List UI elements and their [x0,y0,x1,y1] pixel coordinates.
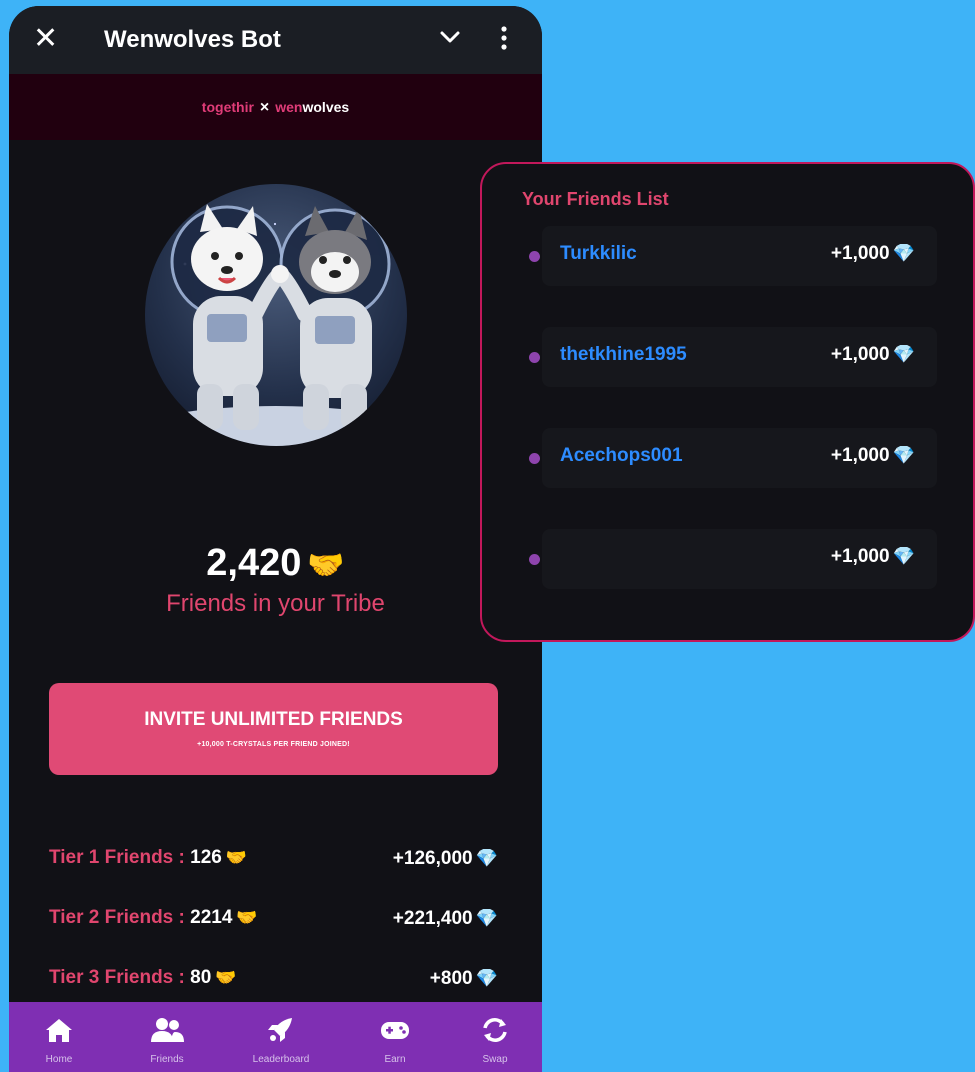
invite-button-title: INVITE UNLIMITED FRIENDS [144,709,403,730]
diamond-icon: 💎 [475,968,498,988]
friends-icon [117,1016,217,1044]
friend-reward-value: +1,000 [830,344,890,365]
more-vertical-icon[interactable] [499,24,509,57]
friend-reward: +1,000 💎 [831,344,915,366]
tier-2-reward: +221,400 💎 [393,902,498,935]
tier-3-reward-value: +800 [429,968,473,989]
tier-1-reward-value: +126,000 [392,848,473,869]
home-icon [9,1016,109,1044]
bullet-dot [529,453,540,464]
diamond-icon: 💎 [475,908,498,928]
handshake-icon: 🤝 [307,549,345,582]
bullet-dot [529,554,540,565]
tier-2-reward-value: +221,400 [392,908,473,929]
tier-3-label-text: Tier 3 Friends : [49,967,185,988]
nav-leaderboard[interactable]: Leaderboard [231,1002,331,1072]
nav-earn[interactable]: Earn [345,1002,445,1072]
gamepad-icon [345,1016,445,1044]
rocket-icon [231,1016,331,1044]
tier-1-count: 126 [190,847,222,868]
wenwolves-logo-part1: wen [275,99,303,115]
invite-friends-button[interactable]: INVITE UNLIMITED FRIENDS +10,000 T-CRYST… [49,683,498,775]
tier-3-reward: +800 💎 [430,962,498,995]
swap-icon [445,1016,542,1044]
nav-swap-label: Swap [482,1054,508,1065]
nav-home[interactable]: Home [9,1002,109,1072]
diamond-icon: 💎 [892,344,915,364]
bullet-dot [529,251,540,262]
nav-home-label: Home [45,1054,73,1065]
friend-row[interactable]: Acechops001 +1,000 💎 [529,428,937,488]
tier-2-label-text: Tier 2 Friends : [49,907,185,928]
friend-count-row: 2,420 🤝 [9,542,542,585]
friend-count-label: Friends in your Tribe [166,590,385,617]
friend-name: Acechops001 [560,445,683,466]
nav-swap[interactable]: Swap [445,1002,542,1072]
friend-row[interactable]: thetkhine1995 +1,000 💎 [529,327,937,387]
nav-friends[interactable]: Friends [117,1002,217,1072]
tier-2-count: 2214 [190,907,233,928]
bullet-dot [529,352,540,363]
diamond-icon: 💎 [892,546,915,566]
diamond-icon: 💎 [892,445,915,465]
handshake-icon: 🤝 [236,908,258,927]
handshake-icon: 🤝 [215,968,237,987]
tier-1-row: Tier 1 Friends : 126 🤝 +126,000 💎 [49,842,498,874]
friend-reward: +1,000 💎 [831,243,915,265]
phone-screen: ✕ Wenwolves Bot togethir × wenwolves 2,4… [9,6,542,1072]
friend-reward-value: +1,000 [830,445,890,466]
title-bar: ✕ Wenwolves Bot [9,6,542,74]
friend-name: Turkkilic [560,243,637,264]
tier-3-row: Tier 3 Friends : 80 🤝 +800 💎 [49,962,498,994]
friend-row[interactable]: +1,000 💎 [529,529,937,589]
nav-earn-label: Earn [384,1054,406,1065]
tier-1-label-text: Tier 1 Friends : [49,847,185,868]
friends-list-panel: Your Friends List Turkkilic +1,000 💎 thet… [480,162,975,642]
tribe-avatar-image [145,184,407,446]
bot-title: Wenwolves Bot [104,26,281,53]
tier-2-label: Tier 2 Friends : 2214 🤝 [49,902,258,934]
chevron-down-icon[interactable] [437,24,463,55]
bottom-nav: Home Friends Leaderboard Earn Swap [9,1002,542,1072]
partner-banner: togethir × wenwolves [9,74,542,140]
friend-row[interactable]: Turkkilic +1,000 💎 [529,226,937,286]
friend-count: 2,420 [206,542,302,584]
invite-button-subtitle: +10,000 T-CRYSTALS PER FRIEND JOINED! [197,741,350,748]
friend-reward: +1,000 💎 [831,445,915,467]
friend-name: thetkhine1995 [560,344,687,365]
wenwolves-logo-part2: wolves [302,99,350,115]
friend-reward: +1,000 💎 [831,546,915,568]
handshake-icon: 🤝 [225,848,248,867]
diamond-icon: 💎 [892,243,915,263]
diamond-icon: 💎 [475,848,498,868]
tier-3-label: Tier 3 Friends : 80 🤝 [49,962,236,994]
friends-list-title: Your Friends List [522,189,669,209]
tier-3-count: 80 [190,967,212,988]
togethir-logo: togethir [201,99,254,115]
nav-friends-label: Friends [150,1054,184,1065]
banner-separator: × [259,99,270,116]
tier-1-reward: +126,000 💎 [393,842,498,875]
tier-1-label: Tier 1 Friends : 126 🤝 [49,842,247,874]
friend-reward-value: +1,000 [830,546,890,567]
tier-2-row: Tier 2 Friends : 2214 🤝 +221,400 💎 [49,902,498,934]
close-icon[interactable]: ✕ [33,22,58,56]
nav-leaderboard-label: Leaderboard [252,1054,310,1065]
friend-reward-value: +1,000 [830,243,890,264]
